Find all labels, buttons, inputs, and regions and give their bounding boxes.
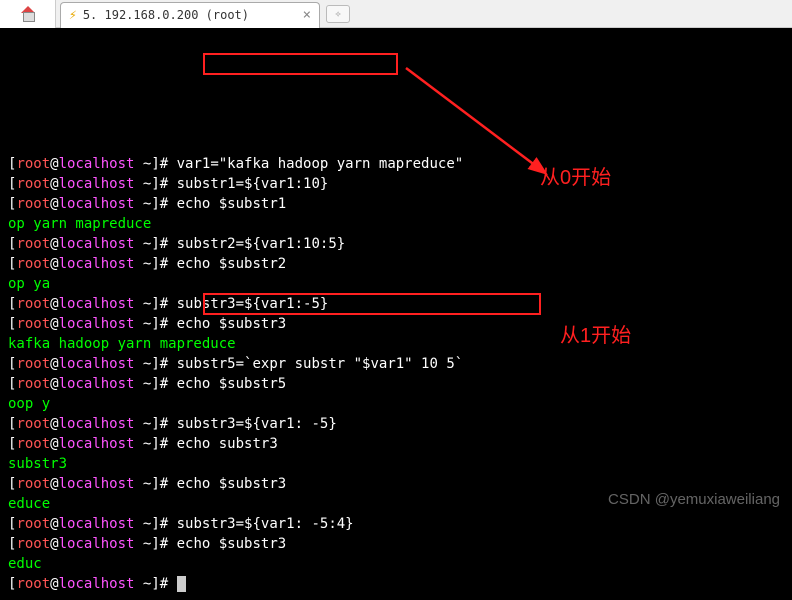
terminal-output: kafka hadoop yarn mapreduce [8,334,784,354]
terminal-command-line: [root@localhost ~]# substr5=`expr substr… [8,354,784,374]
annotation-from-one: 从1开始 [560,326,631,346]
terminal-area[interactable]: 从0开始 从1开始 [root@localhost ~]# var1="kafk… [0,28,792,600]
terminal-output: substr3 [8,454,784,474]
terminal-output: op yarn mapreduce [8,214,784,234]
tab-title: 5. 192.168.0.200 (root) [83,8,249,22]
tab-bar: ⚡ 5. 192.168.0.200 (root) × ✧ [0,0,792,28]
terminal-command-line: [root@localhost ~]# substr3=${var1:-5} [8,294,784,314]
cursor [177,576,186,592]
terminal-command-line: [root@localhost ~]# echo $substr5 [8,374,784,394]
terminal-command-line: [root@localhost ~]# echo $substr2 [8,254,784,274]
session-tab[interactable]: ⚡ 5. 192.168.0.200 (root) × [60,2,320,28]
terminal-command-line: [root@localhost ~]# substr3=${var1: -5} [8,414,784,434]
terminal-command-line: [root@localhost ~]# substr1=${var1:10} [8,174,784,194]
terminal-command-line: [root@localhost ~]# echo substr3 [8,434,784,454]
terminal-command-line: [root@localhost ~]# echo $substr3 [8,314,784,334]
new-tab-button[interactable]: ✧ [326,5,350,23]
lightning-icon: ⚡ [69,8,77,23]
terminal-command-line: [root@localhost ~]# echo $substr1 [8,194,784,214]
watermark: CSDN @yemuxiaweiliang [608,491,780,508]
terminal-command-line: [root@localhost ~]# echo $substr3 [8,534,784,554]
terminal-command-line: [root@localhost ~]# var1="kafka hadoop y… [8,154,784,174]
home-tab[interactable] [0,0,56,28]
terminal-command-line: [root@localhost ~]# [8,574,784,594]
annotation-from-zero: 从0开始 [540,168,611,188]
home-icon [19,6,37,22]
terminal-output: op ya [8,274,784,294]
terminal-output: educ [8,554,784,574]
highlight-box-1 [203,53,398,75]
terminal-command-line: [root@localhost ~]# substr2=${var1:10:5} [8,234,784,254]
terminal-output: oop y [8,394,784,414]
close-icon[interactable]: × [303,7,311,23]
terminal-command-line: [root@localhost ~]# substr3=${var1: -5:4… [8,514,784,534]
